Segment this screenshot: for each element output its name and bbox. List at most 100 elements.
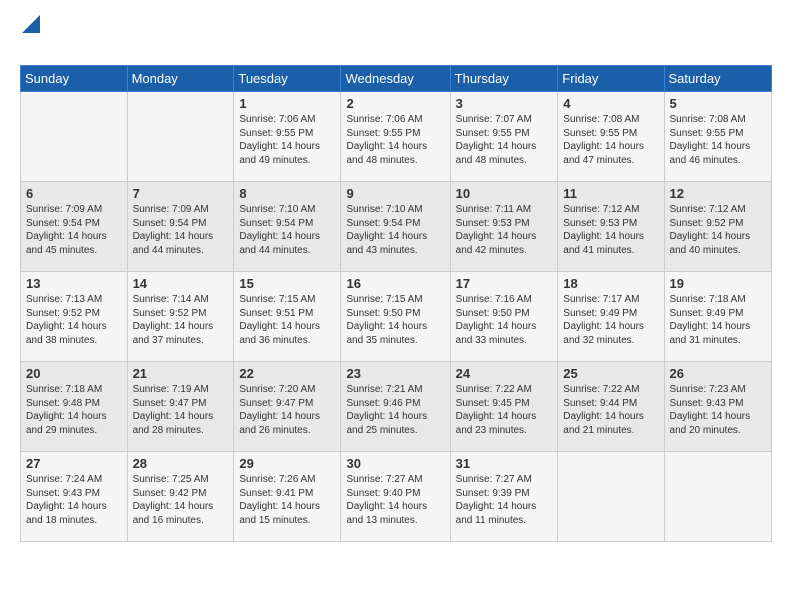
day-number: 25 xyxy=(563,366,658,381)
calendar-cell: 14 Sunrise: 7:14 AM Sunset: 9:52 PM Dayli… xyxy=(127,272,234,362)
day-info: Sunrise: 7:12 AM Sunset: 9:53 PM Dayligh… xyxy=(563,203,658,257)
day-number: 27 xyxy=(26,456,122,471)
page: SundayMondayTuesdayWednesdayThursdayFrid… xyxy=(0,0,792,612)
day-number: 26 xyxy=(670,366,766,381)
calendar-cell: 15 Sunrise: 7:15 AM Sunset: 9:51 PM Dayli… xyxy=(234,272,341,362)
day-info: Sunrise: 7:07 AM Sunset: 9:55 PM Dayligh… xyxy=(456,113,553,167)
day-info: Sunrise: 7:06 AM Sunset: 9:55 PM Dayligh… xyxy=(346,113,444,167)
day-info: Sunrise: 7:27 AM Sunset: 9:40 PM Dayligh… xyxy=(346,473,444,527)
calendar-cell: 29 Sunrise: 7:26 AM Sunset: 9:41 PM Dayli… xyxy=(234,452,341,542)
day-info: Sunrise: 7:23 AM Sunset: 9:43 PM Dayligh… xyxy=(670,383,766,437)
calendar-week-1: 1 Sunrise: 7:06 AM Sunset: 9:55 PM Daylig… xyxy=(21,92,772,182)
logo-text xyxy=(20,15,40,33)
calendar-header-saturday: Saturday xyxy=(664,66,771,92)
day-number: 14 xyxy=(133,276,229,291)
calendar-cell: 1 Sunrise: 7:06 AM Sunset: 9:55 PM Daylig… xyxy=(234,92,341,182)
day-number: 6 xyxy=(26,186,122,201)
day-number: 9 xyxy=(346,186,444,201)
calendar-week-5: 27Sunrise: 7:24 AM Sunset: 9:43 PM Dayli… xyxy=(21,452,772,542)
calendar-cell: 7 Sunrise: 7:09 AM Sunset: 9:54 PM Daylig… xyxy=(127,182,234,272)
day-number: 15 xyxy=(239,276,335,291)
calendar-cell xyxy=(127,92,234,182)
calendar-week-2: 6 Sunrise: 7:09 AM Sunset: 9:54 PM Daylig… xyxy=(21,182,772,272)
calendar-cell: 31Sunrise: 7:27 AM Sunset: 9:39 PM Dayli… xyxy=(450,452,558,542)
calendar-cell: 25 Sunrise: 7:22 AM Sunset: 9:44 PM Dayli… xyxy=(558,362,664,452)
calendar-cell: 20 Sunrise: 7:18 AM Sunset: 9:48 PM Dayli… xyxy=(21,362,128,452)
day-number: 13 xyxy=(26,276,122,291)
calendar-cell xyxy=(21,92,128,182)
header xyxy=(20,15,772,55)
day-info: Sunrise: 7:19 AM Sunset: 9:47 PM Dayligh… xyxy=(133,383,229,437)
logo-triangle-icon xyxy=(22,15,40,33)
day-number: 23 xyxy=(346,366,444,381)
calendar-cell: 3 Sunrise: 7:07 AM Sunset: 9:55 PM Daylig… xyxy=(450,92,558,182)
day-info: Sunrise: 7:18 AM Sunset: 9:49 PM Dayligh… xyxy=(670,293,766,347)
day-info: Sunrise: 7:21 AM Sunset: 9:46 PM Dayligh… xyxy=(346,383,444,437)
calendar-cell: 5Sunrise: 7:08 AM Sunset: 9:55 PM Daylig… xyxy=(664,92,771,182)
day-number: 31 xyxy=(456,456,553,471)
day-info: Sunrise: 7:18 AM Sunset: 9:48 PM Dayligh… xyxy=(26,383,122,437)
day-info: Sunrise: 7:16 AM Sunset: 9:50 PM Dayligh… xyxy=(456,293,553,347)
calendar-cell: 10 Sunrise: 7:11 AM Sunset: 9:53 PM Dayli… xyxy=(450,182,558,272)
logo xyxy=(20,15,40,55)
day-number: 22 xyxy=(239,366,335,381)
day-number: 30 xyxy=(346,456,444,471)
day-info: Sunrise: 7:10 AM Sunset: 9:54 PM Dayligh… xyxy=(346,203,444,257)
calendar-cell: 23 Sunrise: 7:21 AM Sunset: 9:46 PM Dayli… xyxy=(341,362,450,452)
day-info: Sunrise: 7:09 AM Sunset: 9:54 PM Dayligh… xyxy=(26,203,122,257)
calendar-cell: 12Sunrise: 7:12 AM Sunset: 9:52 PM Dayli… xyxy=(664,182,771,272)
calendar-header-monday: Monday xyxy=(127,66,234,92)
day-info: Sunrise: 7:13 AM Sunset: 9:52 PM Dayligh… xyxy=(26,293,122,347)
day-number: 2 xyxy=(346,96,444,111)
calendar-cell: 27Sunrise: 7:24 AM Sunset: 9:43 PM Dayli… xyxy=(21,452,128,542)
calendar-header-tuesday: Tuesday xyxy=(234,66,341,92)
day-info: Sunrise: 7:06 AM Sunset: 9:55 PM Dayligh… xyxy=(239,113,335,167)
calendar-header-sunday: Sunday xyxy=(21,66,128,92)
day-number: 1 xyxy=(239,96,335,111)
day-number: 24 xyxy=(456,366,553,381)
calendar-week-4: 20 Sunrise: 7:18 AM Sunset: 9:48 PM Dayli… xyxy=(21,362,772,452)
calendar-header-wednesday: Wednesday xyxy=(341,66,450,92)
day-info: Sunrise: 7:09 AM Sunset: 9:54 PM Dayligh… xyxy=(133,203,229,257)
day-number: 29 xyxy=(239,456,335,471)
calendar-cell: 17 Sunrise: 7:16 AM Sunset: 9:50 PM Dayli… xyxy=(450,272,558,362)
day-number: 5 xyxy=(670,96,766,111)
day-number: 4 xyxy=(563,96,658,111)
day-number: 11 xyxy=(563,186,658,201)
day-info: Sunrise: 7:11 AM Sunset: 9:53 PM Dayligh… xyxy=(456,203,553,257)
day-info: Sunrise: 7:14 AM Sunset: 9:52 PM Dayligh… xyxy=(133,293,229,347)
day-number: 20 xyxy=(26,366,122,381)
day-info: Sunrise: 7:08 AM Sunset: 9:55 PM Dayligh… xyxy=(563,113,658,167)
day-number: 3 xyxy=(456,96,553,111)
day-number: 21 xyxy=(133,366,229,381)
day-info: Sunrise: 7:17 AM Sunset: 9:49 PM Dayligh… xyxy=(563,293,658,347)
calendar-cell: 18Sunrise: 7:17 AM Sunset: 9:49 PM Dayli… xyxy=(558,272,664,362)
day-number: 10 xyxy=(456,186,553,201)
calendar-cell: 2 Sunrise: 7:06 AM Sunset: 9:55 PM Daylig… xyxy=(341,92,450,182)
calendar-cell: 28 Sunrise: 7:25 AM Sunset: 9:42 PM Dayli… xyxy=(127,452,234,542)
day-number: 7 xyxy=(133,186,229,201)
calendar-cell: 26 Sunrise: 7:23 AM Sunset: 9:43 PM Dayli… xyxy=(664,362,771,452)
calendar-header-thursday: Thursday xyxy=(450,66,558,92)
day-info: Sunrise: 7:25 AM Sunset: 9:42 PM Dayligh… xyxy=(133,473,229,527)
calendar-header-friday: Friday xyxy=(558,66,664,92)
day-info: Sunrise: 7:10 AM Sunset: 9:54 PM Dayligh… xyxy=(239,203,335,257)
calendar-cell: 30 Sunrise: 7:27 AM Sunset: 9:40 PM Dayli… xyxy=(341,452,450,542)
calendar-cell: 6 Sunrise: 7:09 AM Sunset: 9:54 PM Daylig… xyxy=(21,182,128,272)
calendar-cell: 9 Sunrise: 7:10 AM Sunset: 9:54 PM Daylig… xyxy=(341,182,450,272)
day-info: Sunrise: 7:22 AM Sunset: 9:45 PM Dayligh… xyxy=(456,383,553,437)
calendar-cell: 16Sunrise: 7:15 AM Sunset: 9:50 PM Dayli… xyxy=(341,272,450,362)
day-info: Sunrise: 7:15 AM Sunset: 9:51 PM Dayligh… xyxy=(239,293,335,347)
day-info: Sunrise: 7:22 AM Sunset: 9:44 PM Dayligh… xyxy=(563,383,658,437)
day-info: Sunrise: 7:26 AM Sunset: 9:41 PM Dayligh… xyxy=(239,473,335,527)
day-number: 12 xyxy=(670,186,766,201)
calendar-cell: 11 Sunrise: 7:12 AM Sunset: 9:53 PM Dayli… xyxy=(558,182,664,272)
calendar-cell: 13 Sunrise: 7:13 AM Sunset: 9:52 PM Dayli… xyxy=(21,272,128,362)
day-info: Sunrise: 7:20 AM Sunset: 9:47 PM Dayligh… xyxy=(239,383,335,437)
day-number: 28 xyxy=(133,456,229,471)
calendar-table: SundayMondayTuesdayWednesdayThursdayFrid… xyxy=(20,65,772,542)
day-number: 17 xyxy=(456,276,553,291)
calendar-week-3: 13 Sunrise: 7:13 AM Sunset: 9:52 PM Dayli… xyxy=(21,272,772,362)
day-number: 16 xyxy=(346,276,444,291)
calendar-cell: 4 Sunrise: 7:08 AM Sunset: 9:55 PM Daylig… xyxy=(558,92,664,182)
